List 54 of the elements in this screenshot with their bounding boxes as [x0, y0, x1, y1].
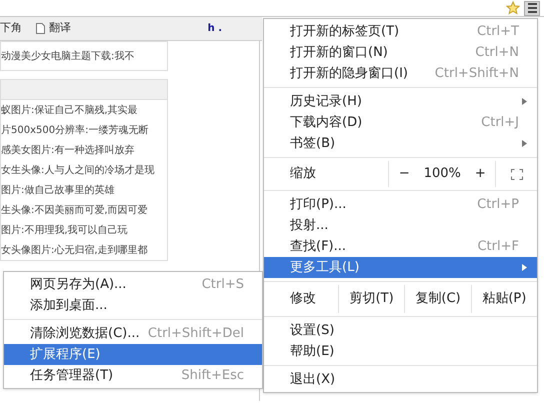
edit-button[interactable]: 剪切(T) [338, 285, 404, 313]
menu-item[interactable]: 书签(B) [264, 133, 537, 154]
shortcut-text: Ctrl+N [475, 44, 519, 62]
shortcut-text: Ctrl+P [477, 196, 519, 214]
bookmark-text[interactable]: 下角 [0, 20, 22, 37]
menu-item[interactable]: 更多工具(L) [264, 257, 537, 278]
shortcut-text: Ctrl+J [481, 114, 519, 132]
shortcut-text: Ctrl+S [202, 276, 244, 294]
shortcut-text: Ctrl+Shift+Del [148, 324, 244, 343]
menu-item[interactable]: 打开新的窗口(N) Ctrl+N [264, 42, 537, 63]
article-link[interactable]: 动漫美少女电脑主题下载:我不 [1, 42, 167, 70]
menu-item[interactable]: 下载内容(D) Ctrl+J [264, 112, 537, 133]
menu-item[interactable]: 帮助(E) [264, 341, 537, 362]
menu-item[interactable]: 扩展程序(E) [4, 344, 262, 365]
shortcut-text: Ctrl+Shift+N [434, 64, 519, 83]
menu-item[interactable]: 投射... [264, 215, 537, 236]
menu-item[interactable]: 查找(F)... Ctrl+F [264, 236, 537, 257]
menu-button[interactable] [524, 0, 540, 16]
menu-item[interactable]: 清除浏览数据(C)... Ctrl+Shift+Del [4, 323, 262, 344]
menu-item[interactable]: 打印(P)... Ctrl+P [264, 194, 537, 215]
menu-item[interactable]: 添加到桌面... [4, 295, 262, 316]
edit-button[interactable]: 复制(C) [404, 285, 471, 313]
article-link[interactable]: 蚁图片:保证自己不脑残,其实最 [1, 100, 167, 120]
menu-item[interactable]: 任务管理器(T) Shift+Esc [4, 365, 262, 386]
fullscreen-icon[interactable] [510, 168, 523, 180]
article-link[interactable]: 图片:做自己故事里的英雄 [1, 180, 167, 200]
article-link[interactable]: 女生头像:人与人之间的冷场才是现 [1, 160, 167, 180]
shortcut-text: Ctrl+T [477, 22, 519, 41]
menu-item[interactable]: 打开新的标签页(T) Ctrl+T [264, 21, 537, 42]
article-link[interactable]: 片500x500分辨率:一缕芳魂无断 [1, 120, 167, 140]
star-icon[interactable] [506, 1, 520, 15]
zoom-label: 缩放 [289, 165, 317, 184]
menu-item[interactable]: 设置(S) [264, 320, 537, 341]
article-link[interactable]: 感美女图片:有一种选择叫放弃 [1, 140, 167, 160]
menu-item[interactable]: 打开新的隐身窗口(I) Ctrl+Shift+N [264, 63, 537, 84]
article-link[interactable]: 女头像图片:心无归宿,走到哪里都 [1, 240, 167, 260]
edit-label: 修改 [289, 290, 317, 308]
bookmark-link[interactable]: 翻译 [36, 20, 71, 37]
submenu-arrow-icon [522, 264, 527, 271]
menu-item[interactable]: 退出(X) [264, 369, 537, 390]
zoom-out-button[interactable]: − [389, 161, 420, 187]
stray-text: h . [208, 22, 222, 36]
menu-item[interactable]: 网页另存为(A)... Ctrl+S [4, 274, 262, 295]
shortcut-text: Ctrl+F [477, 238, 519, 256]
submenu-arrow-icon [522, 140, 527, 147]
edit-button[interactable]: 粘贴(P) [470, 285, 537, 313]
zoom-in-button[interactable]: + [465, 161, 496, 187]
shortcut-text: Shift+Esc [181, 366, 244, 385]
article-link[interactable]: 生头像:不因美丽而可爱,而因可爱 [1, 200, 167, 220]
menu-item[interactable]: 历史记录(H) [264, 91, 537, 112]
zoom-level-text: 100% [422, 165, 462, 184]
page-icon [36, 23, 45, 34]
submenu-arrow-icon [522, 98, 527, 105]
article-link[interactable]: 图片:不用理我,我可以自己玩 [1, 220, 167, 240]
